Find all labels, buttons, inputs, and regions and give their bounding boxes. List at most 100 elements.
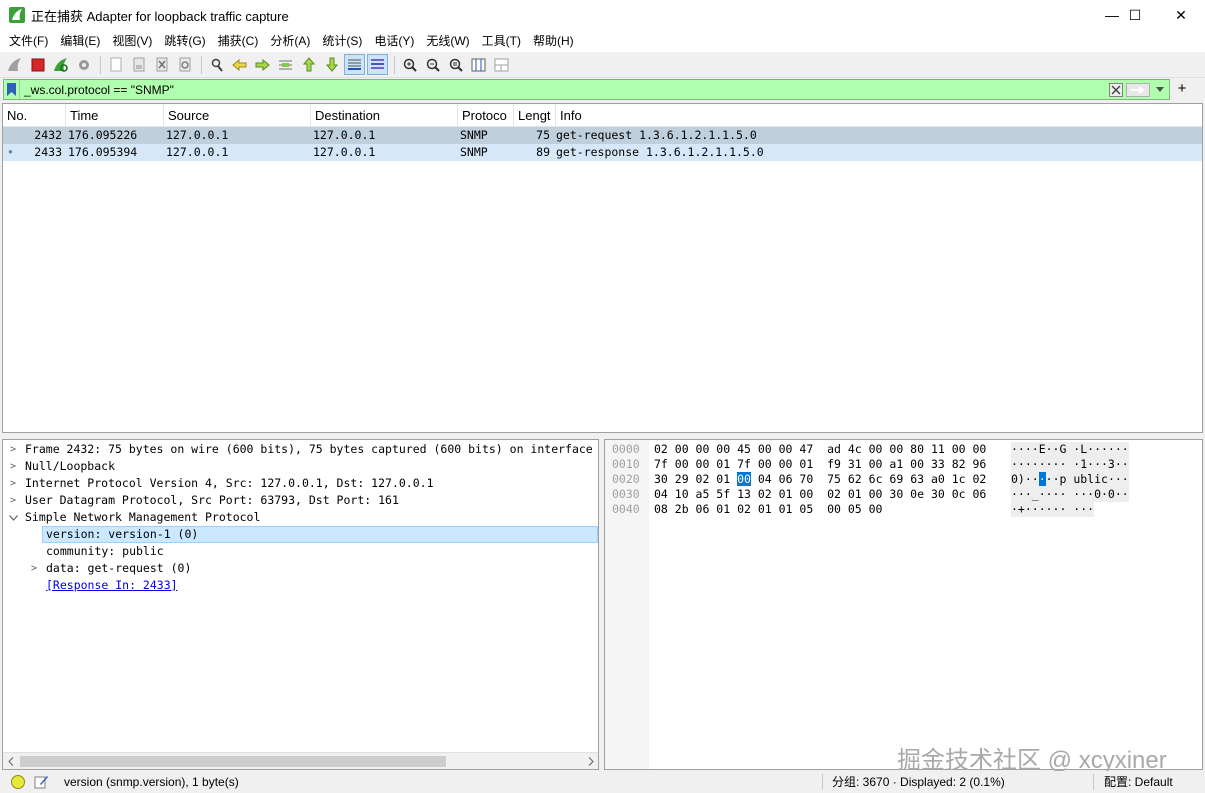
toolbar-separator — [394, 55, 395, 74]
menu-wireless[interactable]: 无线(W) — [420, 30, 475, 52]
clear-filter-button[interactable] — [1107, 81, 1125, 98]
selected-byte[interactable]: 00 — [737, 472, 751, 486]
hex-row[interactable]: 30 29 02 01 00 04 06 70 75 62 6c 69 63 a… — [654, 472, 986, 487]
menu-analyze[interactable]: 分析(A) — [264, 30, 316, 52]
ascii-row[interactable]: ·+······ ··· — [1011, 502, 1095, 517]
expert-info-icon[interactable] — [11, 775, 25, 789]
arrow-down-icon — [325, 57, 338, 72]
horizontal-scrollbar[interactable] — [3, 752, 598, 769]
apply-filter-button[interactable] — [1125, 81, 1151, 98]
menu-edit[interactable]: 编辑(E) — [54, 30, 106, 52]
go-back-button[interactable] — [229, 54, 250, 75]
first-packet-button[interactable] — [298, 54, 319, 75]
normal-size-button[interactable] — [445, 54, 466, 75]
start-capture-button[interactable] — [4, 54, 25, 75]
restart-capture-button[interactable] — [50, 54, 71, 75]
ascii-row[interactable]: 0)·····p ublic··· — [1011, 472, 1129, 487]
resize-columns-button[interactable] — [468, 54, 489, 75]
bookmark-icon[interactable] — [4, 80, 20, 99]
wireshark-fin-icon — [9, 7, 25, 23]
menu-capture[interactable]: 捕获(C) — [212, 30, 265, 52]
menu-telephony[interactable]: 电话(Y) — [368, 30, 420, 52]
filter-history-dropdown[interactable] — [1151, 81, 1169, 98]
filter-expression[interactable]: _ws.col.protocol == "SNMP" — [24, 83, 1107, 97]
column-destination[interactable]: Destination — [311, 104, 458, 126]
add-filter-button[interactable]: + — [1174, 81, 1190, 97]
column-no[interactable]: No. — [3, 104, 66, 126]
maximize-button[interactable]: ☐ — [1112, 0, 1158, 30]
close-button[interactable]: ✕ — [1158, 0, 1204, 30]
open-file-button[interactable] — [105, 54, 126, 75]
menu-tools[interactable]: 工具(T) — [476, 30, 527, 52]
close-file-button[interactable] — [151, 54, 172, 75]
packet-row[interactable]: • 2433 176.095394 127.0.0.1 127.0.0.1 SN… — [3, 144, 1202, 161]
scrollbar-thumb[interactable] — [20, 756, 446, 767]
column-time[interactable]: Time — [66, 104, 164, 126]
tree-item-response-in[interactable]: [Response In: 2433] — [3, 577, 598, 594]
column-source[interactable]: Source — [164, 104, 311, 126]
colorize-button[interactable] — [367, 54, 388, 75]
chevron-down-icon — [1156, 87, 1164, 92]
zoom-out-button[interactable] — [422, 54, 443, 75]
zoom-in-button[interactable] — [399, 54, 420, 75]
file-icon — [110, 57, 121, 72]
column-info[interactable]: Info — [556, 104, 1202, 126]
status-bar: version (snmp.version), 1 byte(s) 分组: 36… — [0, 771, 1205, 793]
save-file-button[interactable] — [128, 54, 149, 75]
hex-row[interactable]: 02 00 00 00 45 00 00 47 ad 4c 00 00 80 1… — [654, 442, 986, 457]
packet-bytes-pane[interactable]: 0000 0010 0020 0030 0040 02 00 00 00 45 … — [604, 439, 1203, 770]
auto-scroll-button[interactable] — [344, 54, 365, 75]
chevron-right-icon[interactable]: > — [8, 475, 18, 492]
capture-options-button[interactable] — [73, 54, 94, 75]
scroll-left-icon[interactable] — [8, 757, 14, 766]
tree-item-snmp-community[interactable]: community: public — [3, 543, 598, 560]
go-forward-button[interactable] — [252, 54, 273, 75]
chevron-right-icon[interactable]: > — [8, 441, 18, 458]
column-protocol[interactable]: Protoco — [458, 104, 514, 126]
tree-item-snmp-version[interactable]: version: version-1 (0) — [42, 526, 598, 543]
tree-item-snmp-data[interactable]: > data: get-request (0) — [3, 560, 598, 577]
menu-view[interactable]: 视图(V) — [106, 30, 158, 52]
tree-item-udp[interactable]: > User Datagram Protocol, Src Port: 6379… — [3, 492, 598, 509]
status-separator — [1093, 774, 1094, 790]
edit-comment-icon[interactable] — [34, 774, 49, 789]
tree-item-frame[interactable]: > Frame 2432: 75 bytes on wire (600 bits… — [3, 441, 598, 458]
chevron-down-icon[interactable] — [8, 509, 18, 526]
packet-list[interactable]: No. Time Source Destination Protoco Leng… — [2, 103, 1203, 433]
go-to-packet-button[interactable] — [275, 54, 296, 75]
reload-file-button[interactable] — [174, 54, 195, 75]
column-length[interactable]: Lengt — [514, 104, 556, 126]
menu-go[interactable]: 跳转(G) — [158, 30, 211, 52]
chevron-right-icon[interactable]: > — [29, 560, 39, 577]
display-filter-input[interactable]: _ws.col.protocol == "SNMP" — [3, 79, 1170, 100]
status-profile[interactable]: 配置: Default — [1104, 771, 1173, 793]
layout-button[interactable] — [491, 54, 512, 75]
tree-item-ipv4[interactable]: > Internet Protocol Version 4, Src: 127.… — [3, 475, 598, 492]
ascii-row[interactable]: ········ ·1···3·· — [1011, 457, 1129, 472]
hex-row[interactable]: 08 2b 06 01 02 01 01 05 00 05 00 — [654, 502, 882, 517]
auto-scroll-icon — [348, 59, 361, 70]
selected-ascii[interactable]: · — [1038, 472, 1046, 486]
packet-details-pane[interactable]: > Frame 2432: 75 bytes on wire (600 bits… — [2, 439, 599, 770]
packet-row[interactable]: 2432 176.095226 127.0.0.1 127.0.0.1 SNMP… — [3, 127, 1202, 144]
last-packet-button[interactable] — [321, 54, 342, 75]
byte-offset: 0000 — [612, 442, 640, 456]
ascii-row[interactable]: ····E··G ·L······ — [1011, 442, 1129, 457]
response-in-link[interactable]: [Response In: 2433] — [46, 577, 178, 594]
tree-item-snmp[interactable]: Simple Network Management Protocol — [3, 509, 598, 526]
chevron-right-icon[interactable]: > — [8, 458, 18, 475]
layout-icon — [494, 58, 509, 71]
menu-help[interactable]: 帮助(H) — [527, 30, 580, 52]
tree-item-null-loopback[interactable]: > Null/Loopback — [3, 458, 598, 475]
menu-file[interactable]: 文件(F) — [3, 30, 54, 52]
chevron-right-icon[interactable]: > — [8, 492, 18, 509]
scroll-right-icon[interactable] — [588, 757, 594, 766]
stop-capture-button[interactable] — [27, 54, 48, 75]
save-icon — [133, 57, 144, 72]
find-packet-button[interactable] — [206, 54, 227, 75]
restart-icon — [54, 58, 68, 72]
hex-row[interactable]: 04 10 a5 5f 13 02 01 00 02 01 00 30 0e 3… — [654, 487, 986, 502]
menu-statistics[interactable]: 统计(S) — [316, 30, 368, 52]
hex-row[interactable]: 7f 00 00 01 7f 00 00 01 f9 31 00 a1 00 3… — [654, 457, 986, 472]
ascii-row[interactable]: ···_···· ···0·0·· — [1011, 487, 1129, 502]
